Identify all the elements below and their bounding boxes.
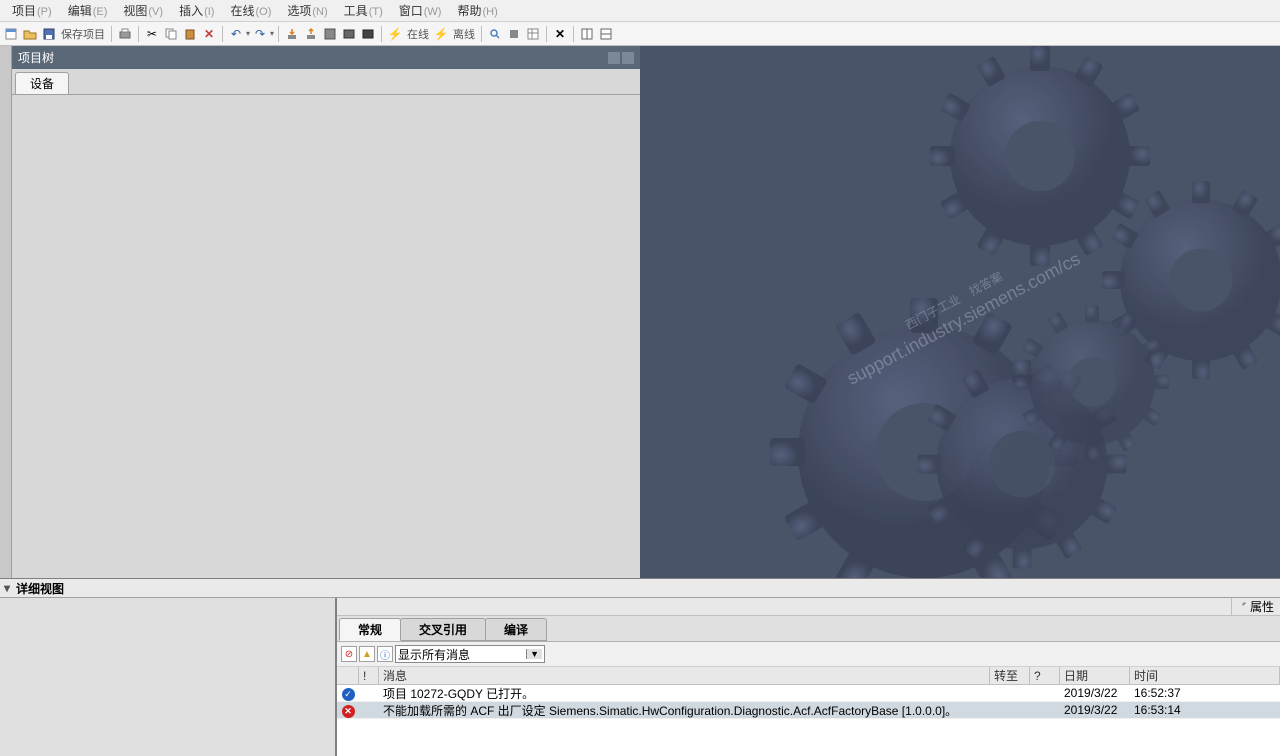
go-offline-icon[interactable]: ⚡ xyxy=(432,25,450,43)
menubar: 项目(P)编辑(E)视图(V)插入(I)在线(O)选项(N)工具(T)窗口(W)… xyxy=(0,0,1280,22)
message-filter-row: ⊘ ▲ ⓘ 显示所有消息 ▼ xyxy=(337,642,1280,667)
redo-icon[interactable]: ↷ xyxy=(251,25,269,43)
workspace-canvas: 西门子工业 找答案 support.industry.siemens.com/c… xyxy=(640,46,1280,578)
tab-编译[interactable]: 编译 xyxy=(485,618,547,641)
filter-select[interactable]: 显示所有消息 ▼ xyxy=(395,645,545,663)
print-icon[interactable] xyxy=(116,25,134,43)
tab-devices[interactable]: 设备 xyxy=(15,72,69,94)
search-icon[interactable] xyxy=(486,25,504,43)
bottom-area: 属性 常规交叉引用编译 ⊘ ▲ ⓘ 显示所有消息 ▼ ! 消息 转至 ? 日期 … xyxy=(0,598,1280,756)
split-v-icon[interactable] xyxy=(597,25,615,43)
filter-warning-icon[interactable]: ▲ xyxy=(359,646,375,662)
open-project-icon[interactable] xyxy=(21,25,39,43)
dropdown-arrow-icon: ▼ xyxy=(526,649,542,659)
save-label: 保存项目 xyxy=(59,26,107,42)
menu-工具[interactable]: 工具(T) xyxy=(336,0,391,21)
detail-view-body xyxy=(0,598,337,756)
menu-插入[interactable]: 插入(I) xyxy=(171,0,222,21)
offline-label: 离线 xyxy=(451,26,477,42)
main-area: 项目树 设备 xyxy=(0,46,1280,578)
pin-icon[interactable] xyxy=(622,52,634,64)
tab-交叉引用[interactable]: 交叉引用 xyxy=(400,618,486,641)
project-tree-title: 项目树 xyxy=(18,49,54,66)
success-icon: ✓ xyxy=(342,688,355,701)
left-dock-strip[interactable] xyxy=(0,46,12,578)
undo-icon[interactable]: ↶ xyxy=(227,25,245,43)
close-view-icon[interactable]: ✕ xyxy=(551,25,569,43)
upload-icon[interactable] xyxy=(302,25,320,43)
tab-常规[interactable]: 常规 xyxy=(339,618,401,641)
menu-视图[interactable]: 视图(V) xyxy=(115,0,171,21)
compile-icon[interactable] xyxy=(321,25,339,43)
table-row[interactable]: ✕不能加载所需的 ACF 出厂设定 Siemens.Simatic.HwConf… xyxy=(337,702,1280,719)
filter-info-icon[interactable]: ⓘ xyxy=(377,646,393,662)
paste-icon[interactable] xyxy=(181,25,199,43)
inspector-panel: 属性 常规交叉引用编译 ⊘ ▲ ⓘ 显示所有消息 ▼ ! 消息 转至 ? 日期 … xyxy=(337,598,1280,756)
toolbar: 保存项目 ✂ ✕ ↶ ▾ ↷ ▾ ⚡ 在线 ⚡ 离线 ✕ xyxy=(0,22,1280,46)
detail-view-title: 详细视图 xyxy=(14,580,64,597)
menu-帮助[interactable]: 帮助(H) xyxy=(449,0,505,21)
project-tree-header: 项目树 xyxy=(12,46,640,69)
accessible-icon[interactable] xyxy=(505,25,523,43)
device-icon[interactable] xyxy=(340,25,358,43)
properties-bar: 属性 xyxy=(337,598,1280,616)
simulate-icon[interactable] xyxy=(359,25,377,43)
download-icon[interactable] xyxy=(283,25,301,43)
project-tree-panel: 项目树 设备 xyxy=(12,46,640,578)
online-label: 在线 xyxy=(405,26,431,42)
message-table-header: ! 消息 转至 ? 日期 时间 xyxy=(337,667,1280,685)
project-tree-body[interactable] xyxy=(12,95,640,578)
tag-table-icon[interactable] xyxy=(524,25,542,43)
chevron-down-icon[interactable]: ▾ xyxy=(0,581,14,595)
menu-窗口[interactable]: 窗口(W) xyxy=(391,0,450,21)
menu-编辑[interactable]: 编辑(E) xyxy=(60,0,116,21)
go-online-icon[interactable]: ⚡ xyxy=(386,25,404,43)
save-icon[interactable] xyxy=(40,25,58,43)
properties-button[interactable]: 属性 xyxy=(1231,598,1278,615)
menu-项目[interactable]: 项目(P) xyxy=(4,0,60,21)
menu-在线[interactable]: 在线(O) xyxy=(222,0,279,21)
table-row[interactable]: ✓项目 10272-GQDY 已打开。2019/3/2216:52:37 xyxy=(337,685,1280,702)
collapse-icon[interactable] xyxy=(608,52,620,64)
cut-icon[interactable]: ✂ xyxy=(143,25,161,43)
error-icon: ✕ xyxy=(342,705,355,718)
wrench-icon xyxy=(1236,601,1248,613)
menu-选项[interactable]: 选项(N) xyxy=(279,0,335,21)
filter-error-icon[interactable]: ⊘ xyxy=(341,646,357,662)
project-tree-tabs: 设备 xyxy=(12,69,640,95)
new-project-icon[interactable] xyxy=(2,25,20,43)
inspector-tabs: 常规交叉引用编译 xyxy=(337,616,1280,642)
message-table: ! 消息 转至 ? 日期 时间 ✓项目 10272-GQDY 已打开。2019/… xyxy=(337,667,1280,756)
copy-icon[interactable] xyxy=(162,25,180,43)
detail-view-header[interactable]: ▾ 详细视图 xyxy=(0,578,1280,598)
split-h-icon[interactable] xyxy=(578,25,596,43)
delete-icon[interactable]: ✕ xyxy=(200,25,218,43)
